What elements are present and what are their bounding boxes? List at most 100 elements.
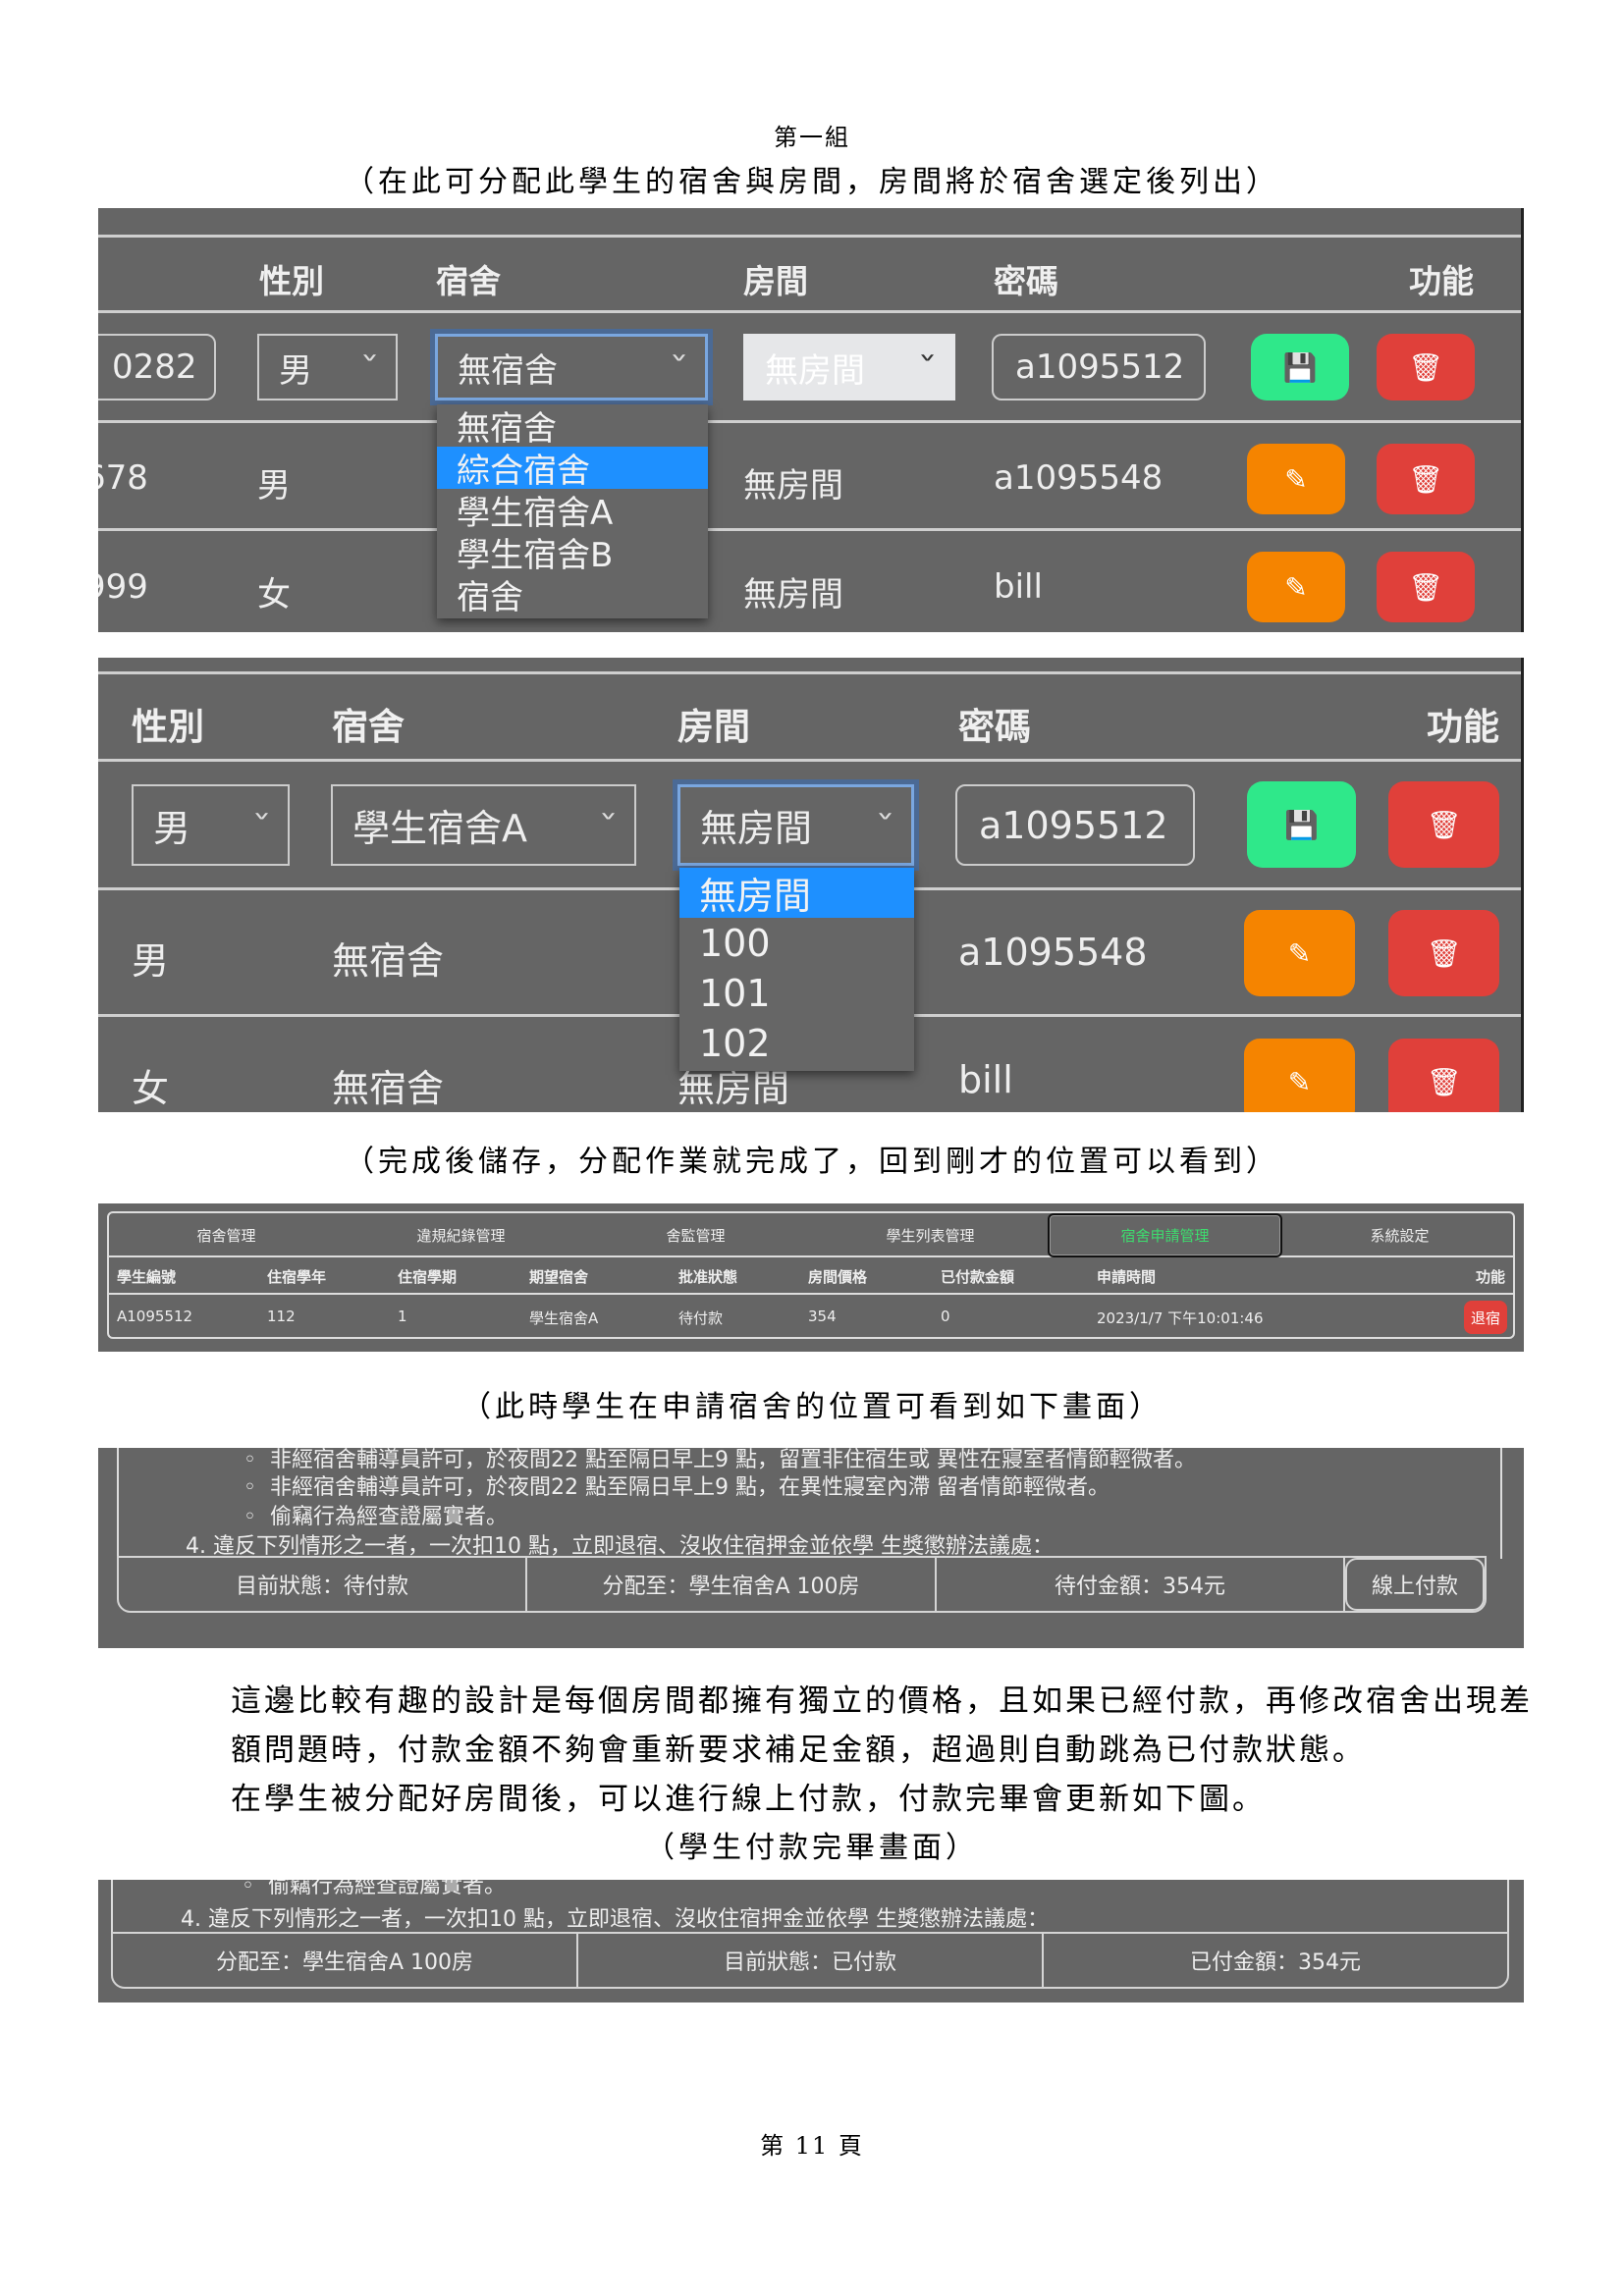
dorm-select[interactable]: 學生宿舍A ˅	[331, 784, 636, 866]
tab-active[interactable]: 宿舍申請管理	[1048, 1213, 1282, 1257]
room-select[interactable]: 無房間 ˅	[677, 784, 914, 866]
dorm-option[interactable]: 宿舍	[437, 573, 708, 617]
dorm-option[interactable]: 學生宿舍B	[437, 531, 708, 575]
caption: （完成後儲存，分配作業就完成了，回到剛才的位置可以看到）	[345, 1145, 1279, 1179]
table-cell: 待付款	[678, 1309, 724, 1327]
move-out-button[interactable]: 退宿	[1464, 1301, 1507, 1334]
tab[interactable]: 系統設定	[1282, 1213, 1517, 1257]
room-option[interactable]: 100	[679, 918, 914, 968]
room-dropdown-list: 無房間 100 101 102	[679, 868, 914, 1071]
edit-button[interactable]: ✎	[1244, 1039, 1355, 1112]
screenshot-student-paid: ◦ 偷竊行為經查證屬實者。 4. 違反下列情形之一者，一次扣10 點，立即退宿、…	[98, 1880, 1524, 2002]
column-header: 功能	[1475, 1268, 1505, 1286]
room-option[interactable]: 101	[679, 968, 914, 1018]
room-option-highlighted[interactable]: 無房間	[679, 868, 914, 918]
col-gender: 性別	[132, 706, 204, 748]
delete-button[interactable]: 🗑	[1388, 781, 1499, 868]
password: a1095548	[958, 931, 1148, 974]
column-header: 已付款金額	[941, 1268, 1015, 1286]
chevron-down-icon: ˅	[359, 352, 380, 382]
tab[interactable]: 違規紀錄管理	[344, 1213, 578, 1257]
trash-icon: 🗑	[1426, 1065, 1462, 1098]
paragraph-line: 額問題時，付款金額不夠會重新要求補足金額，超過則自動跳為已付款狀態。	[231, 1733, 1366, 1768]
col-dorm: 宿舍	[436, 262, 501, 300]
online-pay-button[interactable]: 線上付款	[1345, 1558, 1485, 1611]
gender-value: 男	[153, 807, 191, 850]
dorm: 無宿舍	[332, 939, 445, 983]
screenshot-dorm-assign: 性別 宿舍 房間 密碼 功能 0282 男 ˅ 無宿舍 ˅ 無房間 ˅ a109551…	[98, 208, 1524, 632]
rule-item: ◦ 偷竊行為經查證屬實者。	[242, 1880, 506, 1899]
col-gender: 性別	[259, 262, 324, 300]
student-id-field[interactable]: 0282	[98, 334, 216, 400]
column-header: 房間價格	[808, 1268, 868, 1286]
page-number: 第 11 頁	[760, 2132, 864, 2160]
gender-select[interactable]: 男 ˅	[132, 784, 290, 866]
caption: （學生付款完畢畫面）	[645, 1831, 979, 1865]
edit-button[interactable]: ✎	[1247, 444, 1345, 514]
password-field[interactable]: a1095512	[955, 784, 1195, 866]
rule-text: 非經宿舍輔導員許可，於夜間22 點至隔日早上9 點，在異性寢室內滯 留者情節輕微…	[269, 1475, 1110, 1500]
password-field[interactable]: a1095512	[992, 334, 1206, 400]
rule-4: 4. 違反下列情形之一者，一次扣10 點，立即退宿、沒收住宿押金並依學 生獎懲辦…	[181, 1907, 1049, 1932]
tab[interactable]: 宿舍管理	[109, 1213, 344, 1257]
column-header: 申請時間	[1097, 1268, 1157, 1286]
room: 無房間	[743, 466, 843, 506]
pencil-icon: ✎	[1287, 936, 1312, 970]
tab[interactable]: 學生列表管理	[813, 1213, 1048, 1257]
room: 無房間	[743, 575, 843, 614]
status-state: 目前狀態：待付款	[119, 1558, 527, 1611]
col-room: 房間	[677, 706, 750, 748]
table-cell: 0	[941, 1308, 950, 1325]
delete-button[interactable]: 🗑	[1388, 1039, 1499, 1112]
dorm-option[interactable]: 無宿舍	[437, 404, 708, 449]
status-bar: 分配至：學生宿舍A 100房 目前狀態：已付款 已付金額：354元	[111, 1932, 1509, 1989]
dorm: 無宿舍	[332, 1067, 445, 1110]
table-cell: A1095512	[117, 1308, 193, 1325]
delete-button[interactable]: 🗑	[1377, 444, 1475, 514]
caption: （在此可分配此學生的宿舍與房間，房間將於宿舍選定後列出）	[345, 165, 1279, 199]
status-assignment: 分配至：學生宿舍A 100房	[527, 1558, 937, 1611]
gender: 男	[257, 466, 291, 506]
delete-button[interactable]: 🗑	[1388, 910, 1499, 996]
chevron-down-icon: ˅	[251, 810, 272, 840]
col-password: 密碼	[994, 262, 1058, 300]
col-room: 房間	[743, 262, 808, 300]
save-icon: 💾	[1284, 808, 1319, 841]
dorm-select[interactable]: 無宿舍 ˅	[435, 334, 708, 400]
table-header: 學生編號 住宿學年 住宿學期 期望宿舍 批准狀態 房間價格 已付款金額 申請時間 功能	[109, 1257, 1513, 1295]
tab[interactable]: 舍監管理	[578, 1213, 813, 1257]
password: a1095548	[994, 458, 1164, 498]
table-cell: 112	[267, 1308, 296, 1325]
dorm-option-highlighted[interactable]: 綜合宿舍	[437, 447, 708, 491]
rule-text: 偷竊行為經查證屬實者。	[267, 1880, 506, 1898]
table-row: A1095512 112 1 學生宿舍A 待付款 354 0 2023/1/7 下午10:01…	[109, 1295, 1513, 1339]
trash-icon: 🗑	[1408, 462, 1443, 496]
save-button[interactable]: 💾	[1251, 334, 1349, 400]
gender-value: 男	[279, 350, 312, 391]
student-id: 678	[98, 458, 148, 498]
table-cell: 2023/1/7 下午10:01:46	[1097, 1309, 1264, 1327]
room-select: 無房間 ˅	[743, 334, 955, 400]
trash-icon: 🗑	[1426, 936, 1462, 970]
chevron-down-icon: ˅	[875, 810, 895, 840]
col-actions: 功能	[1427, 706, 1499, 748]
col-dorm: 宿舍	[332, 706, 405, 748]
dorm-option[interactable]: 學生宿舍A	[437, 489, 708, 533]
edit-button[interactable]: ✎	[1244, 910, 1355, 996]
edit-button[interactable]: ✎	[1247, 552, 1345, 622]
paragraph-line: 在學生被分配好房間後，可以進行線上付款，付款完畢會更新如下圖。	[231, 1782, 1266, 1817]
status-paid-amount: 已付金額：354元	[1190, 1950, 1361, 1975]
col-password: 密碼	[958, 706, 1031, 748]
status-state: 目前狀態：已付款	[578, 1934, 1044, 1987]
pencil-icon: ✎	[1287, 1065, 1312, 1098]
pencil-icon: ✎	[1284, 462, 1308, 496]
delete-button[interactable]: 🗑	[1377, 334, 1475, 400]
table-cell: 1	[398, 1308, 407, 1325]
admin-panel: 宿舍管理 違規紀錄管理 舍監管理 學生列表管理 宿舍申請管理 系統設定 學生編號 住宿學年 住…	[107, 1211, 1515, 1339]
dorm-value: 學生宿舍A	[352, 807, 527, 850]
gender-select[interactable]: 男 ˅	[257, 334, 398, 400]
save-button[interactable]: 💾	[1247, 781, 1356, 868]
column-header: 期望宿舍	[529, 1268, 589, 1286]
room-option[interactable]: 102	[679, 1018, 914, 1068]
delete-button[interactable]: 🗑	[1377, 552, 1475, 622]
